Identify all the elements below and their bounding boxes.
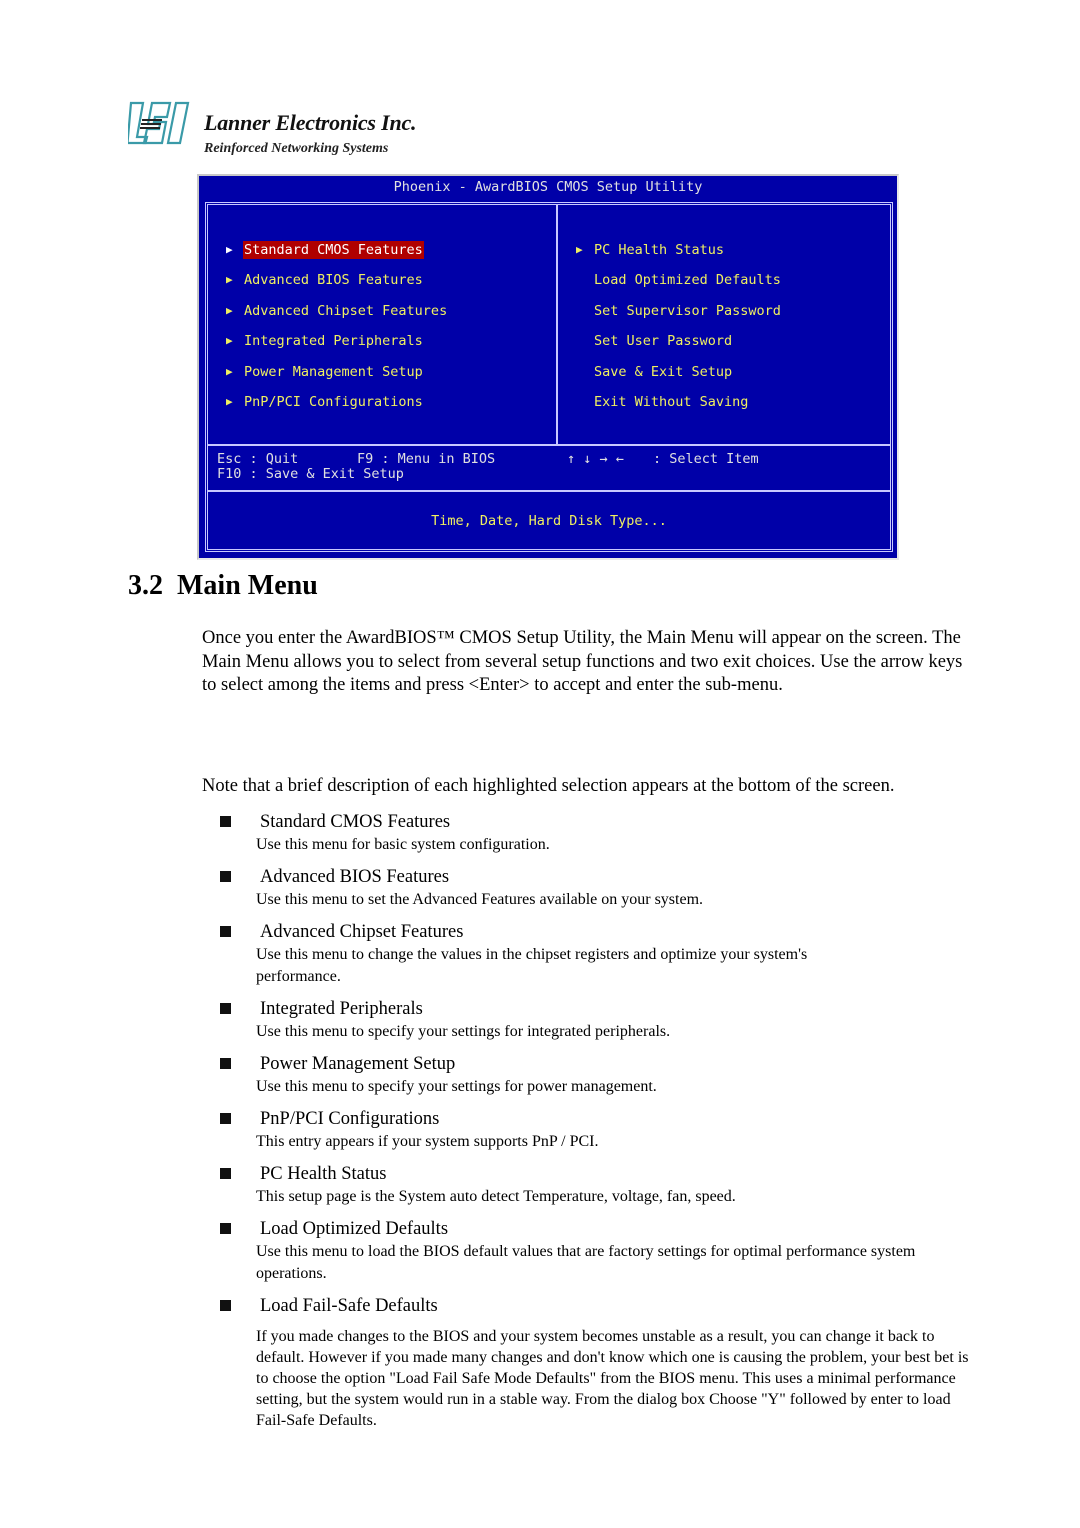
bios-menu-advanced-bios[interactable]: ▶ Advanced BIOS Features [226, 271, 448, 301]
key-f10-save-exit: F10 : Save & Exit Setup [217, 466, 404, 482]
square-bullet-icon [220, 1300, 231, 1311]
key-esc-quit: Esc : Quit [217, 451, 299, 467]
key-f9-menu: F9 : Menu in BIOS [357, 451, 496, 467]
list-item: Standard CMOS Features Use this menu for… [214, 810, 974, 856]
list-item-desc: Use this menu to specify your settings f… [256, 1023, 671, 1040]
bios-help-divider [208, 490, 890, 492]
square-bullet-icon [220, 1058, 231, 1069]
list-item-desc: This entry appears if your system suppor… [256, 1133, 599, 1150]
list-item-title: Standard CMOS Features [260, 812, 451, 832]
submenu-arrow-icon: ▶ [226, 364, 233, 378]
bios-left-menu: ▶ Standard CMOS Features ▶ Advanced BIOS… [226, 241, 448, 423]
list-item-desc: Use this menu to change the values in th… [256, 946, 808, 985]
square-bullet-icon [220, 1168, 231, 1179]
list-item-title: Load Fail-Safe Defaults [260, 1296, 438, 1316]
list-item-title: Load Optimized Defaults [260, 1219, 449, 1239]
bios-menu-user-password[interactable]: ▶ Set User Password [576, 332, 782, 362]
bios-menu-save-exit[interactable]: ▶ Save & Exit Setup [576, 363, 782, 393]
square-bullet-icon [220, 1003, 231, 1014]
list-item-desc: Use this menu to set the Advanced Featur… [256, 891, 704, 908]
bios-menu-pc-health[interactable]: ▶ PC Health Status [576, 241, 782, 271]
list-item: Power Management Setup Use this menu to … [214, 1052, 974, 1098]
bios-menu-power-management[interactable]: ▶ Power Management Setup [226, 363, 448, 393]
list-item-desc: Use this menu for basic system configura… [256, 836, 550, 853]
bios-title: Phoenix - AwardBIOS CMOS Setup Utility [393, 179, 703, 195]
lei-logo-icon [128, 101, 190, 145]
list-item-title: Integrated Peripherals [260, 999, 423, 1019]
submenu-arrow-icon: ▶ [226, 394, 233, 408]
bios-menu-supervisor-password[interactable]: ▶ Set Supervisor Password [576, 302, 782, 332]
bios-keys-divider [208, 444, 890, 446]
bios-right-menu: ▶ PC Health Status ▶ Load Optimized Defa… [576, 241, 782, 423]
list-item: PC Health Status This setup page is the … [214, 1162, 974, 1208]
bios-setup-screen: Phoenix - AwardBIOS CMOS Setup Utility ▶… [197, 174, 899, 560]
bios-menu-advanced-chipset[interactable]: ▶ Advanced Chipset Features [226, 302, 448, 332]
bios-help-line: Time, Date, Hard Disk Type... [431, 513, 667, 529]
bios-menu-pnp-pci[interactable]: ▶ PnP/PCI Configurations [226, 393, 448, 423]
list-item-title: Power Management Setup [260, 1054, 456, 1074]
list-item: PnP/PCI Configurations This entry appear… [214, 1107, 974, 1153]
bios-key-legend: Esc : Quit F9 : Menu in BIOS ↑ ↓ → ← : S… [217, 452, 759, 557]
list-item: Load Fail-Safe Defaults If you made chan… [214, 1294, 974, 1431]
list-item-title: PnP/PCI Configurations [260, 1109, 440, 1129]
submenu-arrow-icon: ▶ [226, 243, 233, 256]
submenu-arrow-icon: ▶ [226, 303, 233, 317]
key-select-item: : Select Item [653, 451, 759, 467]
list-item-desc: This setup page is the System auto detec… [256, 1188, 736, 1205]
menu-description-list: Standard CMOS Features Use this menu for… [214, 810, 974, 1431]
square-bullet-icon [220, 926, 231, 937]
bios-menu-standard-cmos[interactable]: ▶ Standard CMOS Features [226, 241, 448, 271]
square-bullet-icon [220, 871, 231, 882]
list-item-desc: If you made changes to the BIOS and your… [256, 1328, 969, 1429]
submenu-arrow-icon: ▶ [226, 273, 233, 287]
square-bullet-icon [220, 1113, 231, 1124]
list-item-title: PC Health Status [260, 1164, 387, 1184]
list-item: Integrated Peripherals Use this menu to … [214, 997, 974, 1043]
square-bullet-icon [220, 816, 231, 827]
list-item-title: Advanced Chipset Features [260, 922, 464, 942]
list-item-desc: Use this menu to load the BIOS default v… [256, 1243, 916, 1282]
submenu-arrow-icon: ▶ [226, 334, 233, 348]
bios-menu-load-optimized[interactable]: ▶ Load Optimized Defaults [576, 271, 782, 301]
list-item-desc: Use this menu to specify your settings f… [256, 1078, 657, 1095]
bios-menu-exit-without-saving[interactable]: ▶ Exit Without Saving [576, 393, 782, 423]
submenu-arrow-icon: ▶ [576, 243, 583, 256]
logo-company-name: Lanner Electronics Inc. [204, 110, 417, 135]
logo-tagline: Reinforced Networking Systems [204, 141, 389, 156]
bios-column-divider [556, 205, 558, 444]
company-logo: Lanner Electronics Inc. Reinforced Netwo… [128, 100, 468, 162]
section-heading: 3.2 Main Menu [128, 570, 318, 601]
arrow-keys-icon: ↑ ↓ → ← [567, 451, 624, 467]
list-item: Advanced Chipset Features Use this menu … [214, 920, 974, 988]
list-item: Load Optimized Defaults Use this menu to… [214, 1217, 974, 1285]
bios-menu-integrated-peripherals[interactable]: ▶ Integrated Peripherals [226, 332, 448, 362]
intro-paragraph: Once you enter the AwardBIOS™ CMOS Setup… [202, 628, 963, 695]
square-bullet-icon [220, 1223, 231, 1234]
list-item: Advanced BIOS Features Use this menu to … [214, 865, 974, 911]
list-item-title: Advanced BIOS Features [260, 867, 450, 887]
bios-frame: ▶ Standard CMOS Features ▶ Advanced BIOS… [205, 202, 893, 552]
note-paragraph: Note that a brief description of each hi… [202, 776, 895, 796]
